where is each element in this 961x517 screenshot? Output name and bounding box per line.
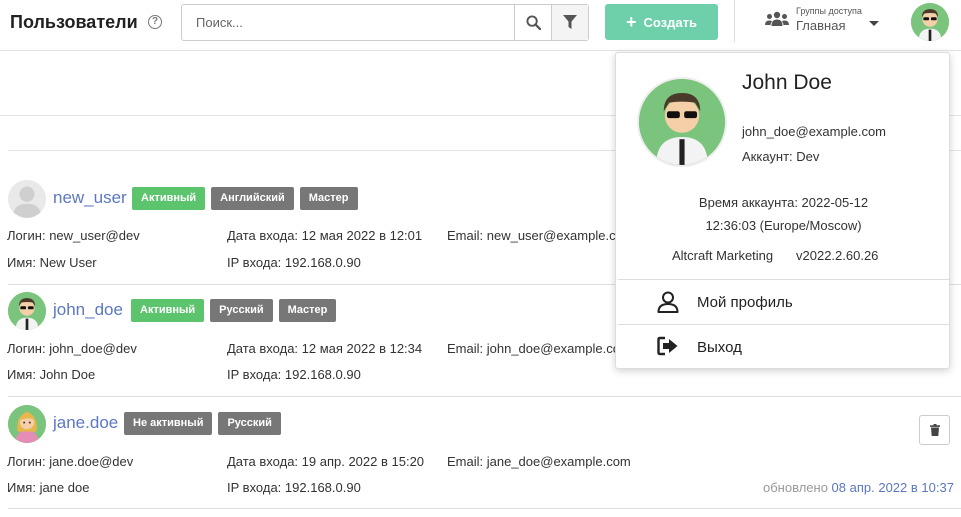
access-groups-caption: Группы доступа	[796, 6, 862, 16]
popup-account-time: Время аккаунта: 2022-05-12 12:36:03 (Eur…	[698, 195, 869, 233]
avatar-image	[911, 3, 949, 41]
popup-avatar	[637, 77, 727, 167]
help-icon[interactable]: ?	[148, 15, 162, 29]
menu-item-logout-label: Выход	[697, 339, 742, 356]
username-link[interactable]: jane.doe	[53, 413, 118, 433]
email-field: Email: new_user@example.com	[447, 228, 634, 243]
divider	[618, 279, 949, 280]
login-field: Логин: jane.doe@dev	[7, 454, 134, 469]
menu-item-profile[interactable]: Мой профиль	[618, 281, 949, 323]
login-field: Логин: new_user@dev	[7, 228, 140, 243]
plus-icon: +	[626, 12, 637, 32]
current-user-avatar[interactable]	[911, 3, 949, 41]
login-date-field: Дата входа: 19 апр. 2022 в 15:20	[227, 454, 425, 469]
logout-icon	[657, 336, 678, 356]
filter-icon	[563, 15, 577, 29]
create-button-label: Создать	[643, 14, 697, 30]
email-field: Email: jane_doe@example.com	[447, 454, 631, 469]
caret-down-icon	[869, 21, 879, 26]
language-badge: Русский	[218, 412, 281, 435]
divider	[734, 0, 735, 42]
avatar-image	[8, 405, 46, 443]
popup-version: v2022.2.60.26	[796, 248, 879, 263]
popup-company: Altcraft Marketing	[672, 248, 774, 263]
language-badge: Английский	[211, 187, 294, 210]
username-link[interactable]: john_doe	[53, 300, 123, 320]
user-row: jane.doe Не активный Русский Логин: jane…	[0, 405, 961, 517]
updated-timestamp: обновлено 08 апр. 2022 в 10:37	[763, 480, 954, 495]
divider	[618, 324, 949, 325]
search-box	[181, 4, 589, 41]
login-date-field: Дата входа: 12 мая 2022 в 12:34	[227, 341, 423, 356]
create-button[interactable]: + Создать	[605, 4, 718, 40]
search-input[interactable]	[182, 5, 514, 40]
role-badge: Мастер	[299, 187, 358, 210]
status-badge: Активный	[131, 299, 205, 322]
delete-button[interactable]	[919, 415, 950, 445]
search-button[interactable]	[514, 5, 551, 40]
default-avatar-icon	[8, 180, 46, 218]
login-ip-field: IP входа: 192.168.0.90	[227, 367, 361, 382]
access-groups-value: Главная	[796, 18, 846, 33]
menu-item-profile-label: Мой профиль	[697, 294, 793, 311]
popup-account: Аккаунт: Dev	[742, 149, 820, 164]
language-badge: Русский	[210, 299, 273, 322]
badges: Активный Английский Мастер	[132, 187, 358, 210]
divider	[8, 508, 961, 509]
status-badge: Не активный	[124, 412, 213, 435]
users-group-icon	[765, 11, 789, 26]
email-field: Email: john_doe@example.com	[447, 341, 631, 356]
login-ip-field: IP входа: 192.168.0.90	[227, 480, 361, 495]
avatar-image	[8, 292, 46, 330]
name-field: Имя: New User	[7, 255, 97, 270]
login-date-field: Дата входа: 12 мая 2022 в 12:01	[227, 228, 423, 243]
trash-icon	[929, 424, 940, 436]
avatar[interactable]	[8, 292, 46, 330]
name-field: Имя: jane doe	[7, 480, 90, 495]
avatar[interactable]	[8, 180, 46, 218]
login-field: Логин: john_doe@dev	[7, 341, 137, 356]
role-badge: Мастер	[278, 299, 337, 322]
search-icon	[525, 15, 541, 30]
status-badge: Активный	[132, 187, 206, 210]
filter-button[interactable]	[551, 5, 588, 40]
popup-user-email: john_doe@example.com	[742, 124, 887, 139]
name-field: Имя: John Doe	[7, 367, 96, 382]
top-bar: Пользователи ? + Создать Группы	[0, 0, 961, 46]
access-groups-selector[interactable]: Группы доступа Главная	[765, 5, 885, 41]
divider	[8, 396, 961, 397]
avatar-image	[639, 79, 725, 165]
page-title: Пользователи	[10, 12, 138, 32]
login-ip-field: IP входа: 192.168.0.90	[227, 255, 361, 270]
badges: Не активный Русский	[124, 412, 281, 435]
username-link[interactable]: new_user	[53, 188, 127, 208]
popup-user-name: John Doe	[742, 71, 832, 94]
menu-item-logout[interactable]: Выход	[618, 326, 949, 368]
badges: Активный Русский Мастер	[131, 299, 337, 322]
user-icon	[657, 291, 679, 313]
user-menu-popup: John Doe john_doe@example.com Аккаунт: D…	[615, 52, 950, 369]
avatar[interactable]	[8, 405, 46, 443]
